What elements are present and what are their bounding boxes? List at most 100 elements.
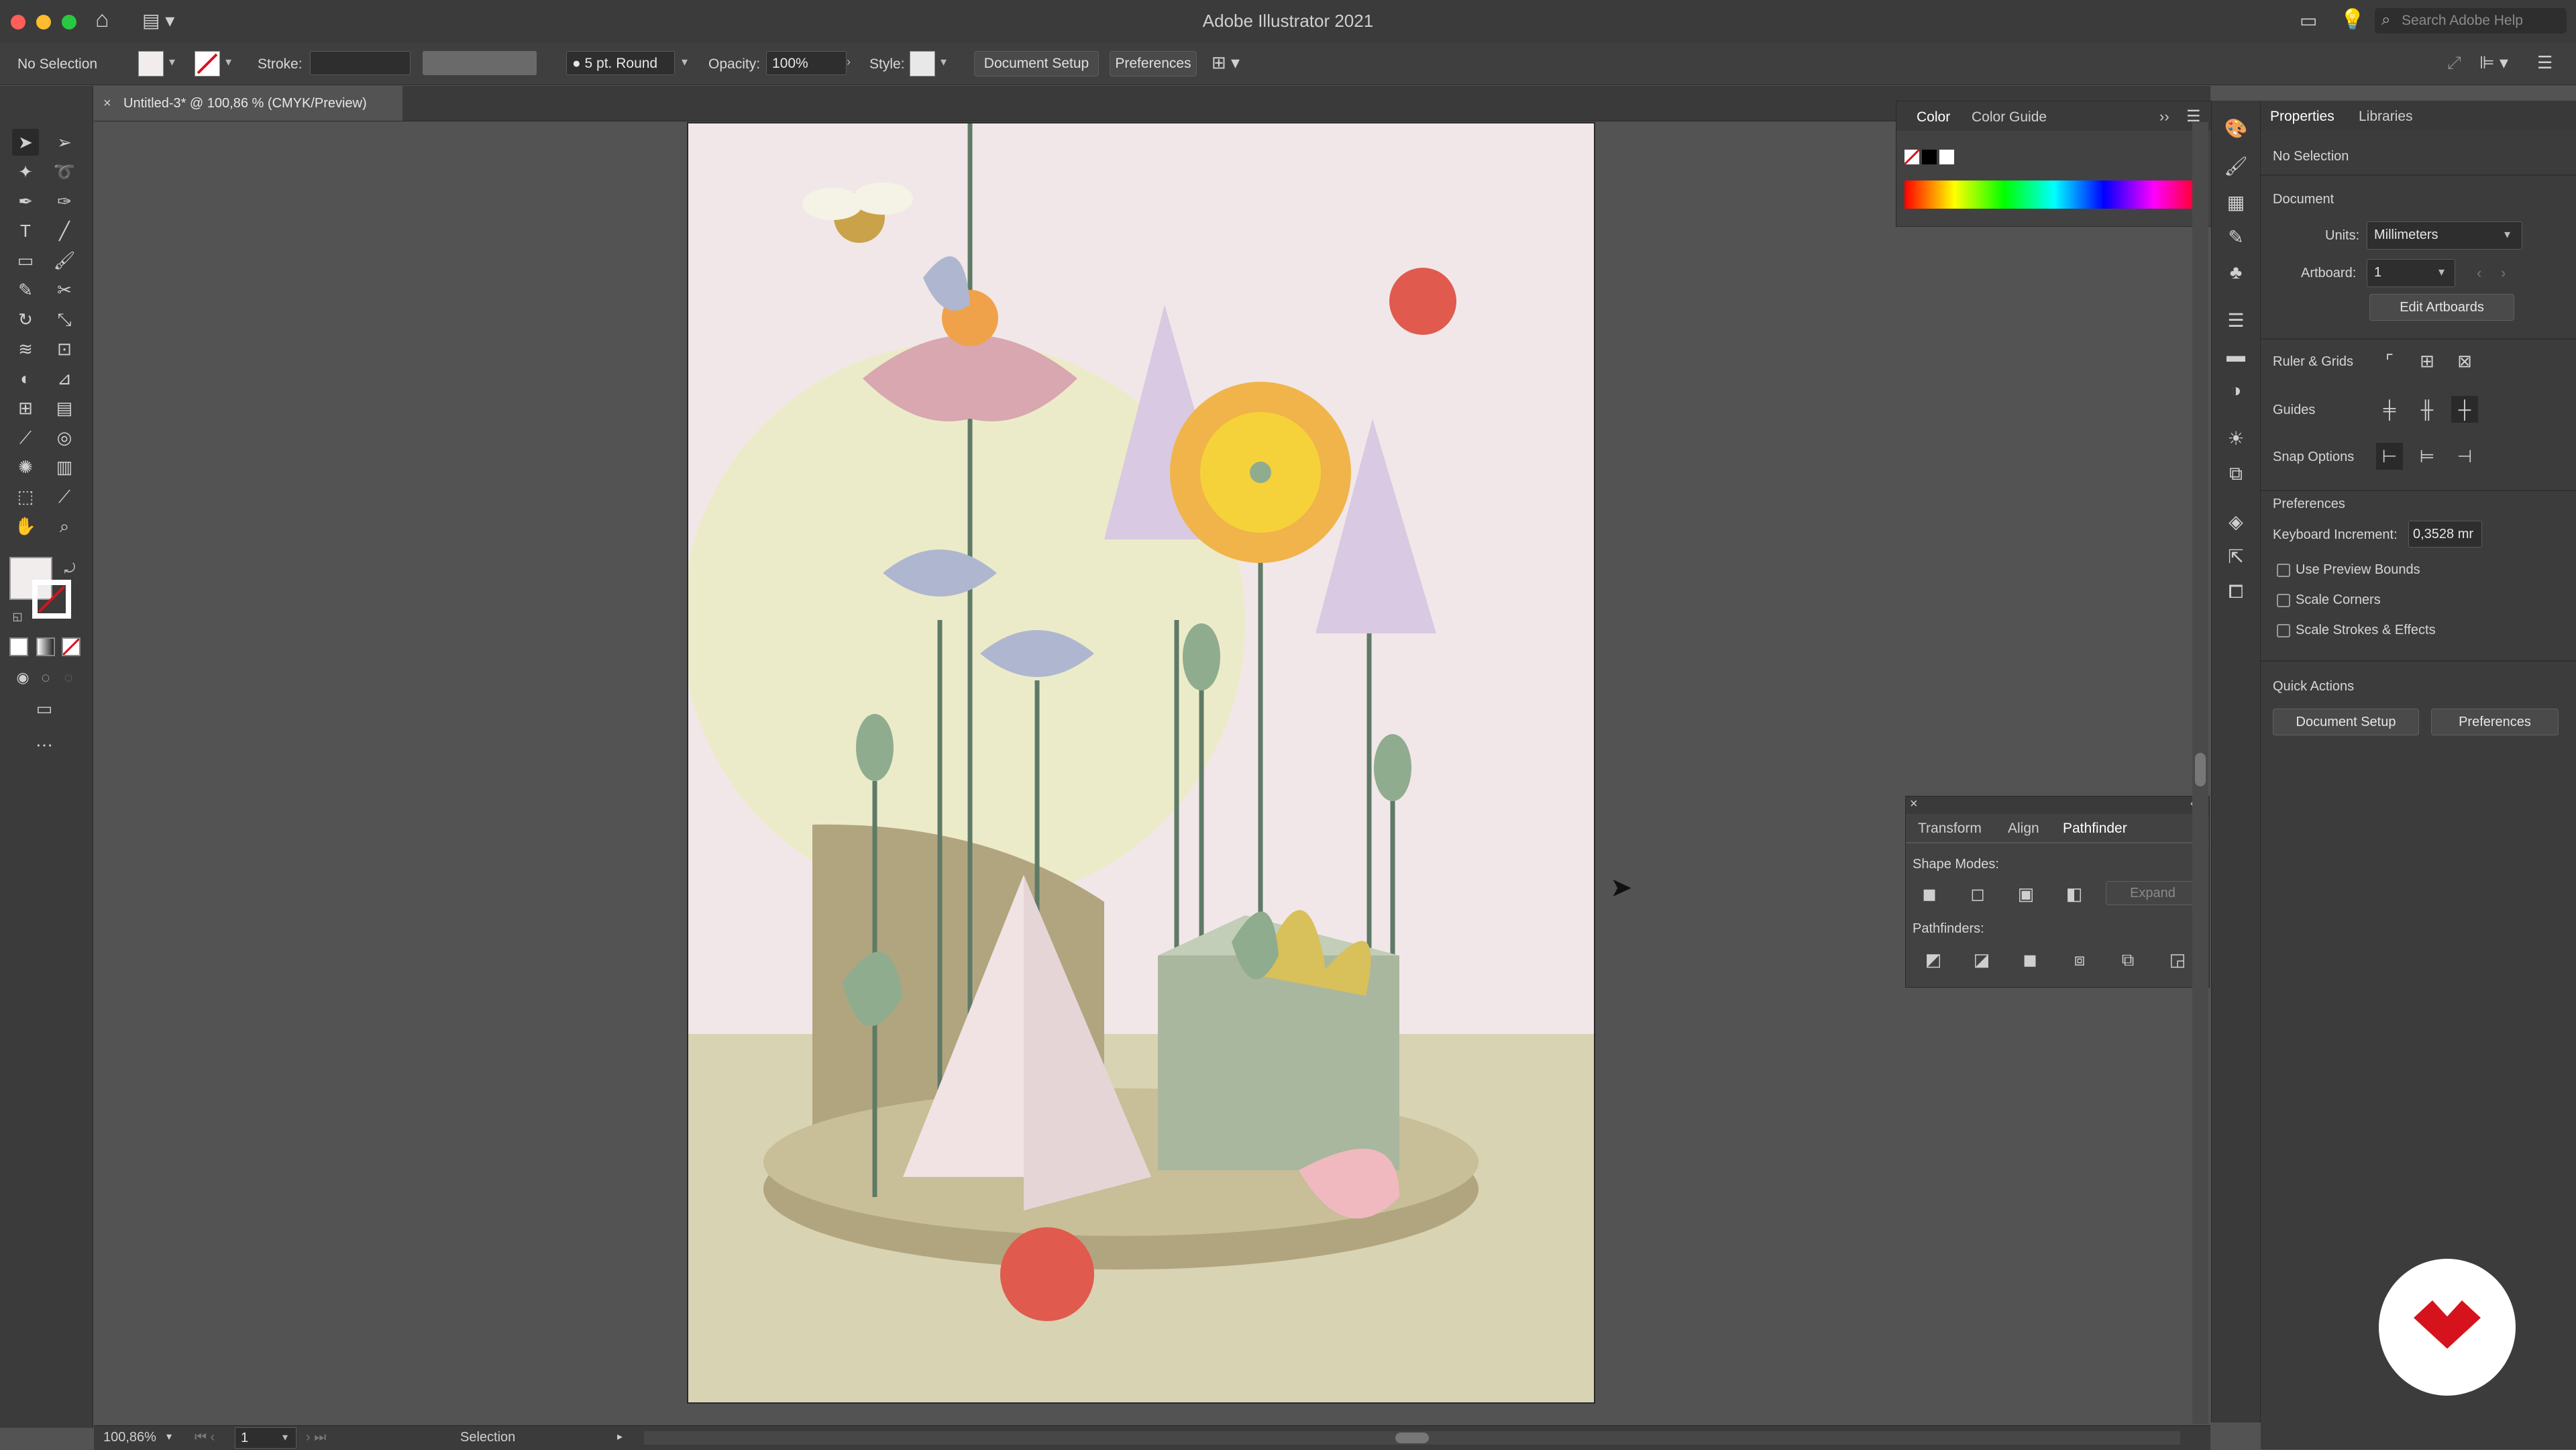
unite-icon[interactable]: ◼ bbox=[1918, 882, 1941, 905]
opacity-field[interactable]: 100% bbox=[766, 51, 847, 75]
chevron-down-icon[interactable]: ▾ bbox=[166, 1430, 172, 1443]
zoom-tool-icon[interactable]: ⌕ bbox=[51, 513, 78, 539]
swatches-panel-icon[interactable]: ▦ bbox=[2224, 191, 2248, 215]
tab-color[interactable]: Color bbox=[1917, 109, 1950, 125]
previous-artboard-icon[interactable]: ‹ bbox=[2477, 264, 2481, 282]
slice-tool-icon[interactable]: ⟋ bbox=[51, 483, 78, 510]
none-mode-button[interactable] bbox=[62, 637, 80, 656]
brush-definition-field[interactable]: ● 5 pt. Round bbox=[566, 51, 675, 75]
outline-icon[interactable]: ⧉ bbox=[2116, 948, 2139, 971]
direct-selection-tool-icon[interactable]: ➢ bbox=[51, 129, 78, 156]
quick-preferences-button[interactable]: Preferences bbox=[2431, 709, 2559, 735]
brush-panel-icon[interactable]: 🖌 bbox=[2224, 154, 2248, 178]
color-spectrum[interactable] bbox=[1904, 180, 2204, 209]
paintbrush-tool-icon[interactable]: 🖌 bbox=[51, 247, 78, 274]
trim-icon[interactable]: ◪ bbox=[1970, 948, 1993, 971]
pen-tool-icon[interactable]: ✒ bbox=[12, 188, 39, 215]
stroke-weight-field[interactable] bbox=[310, 51, 411, 75]
stroke-color-box[interactable] bbox=[32, 580, 71, 619]
edit-artboards-button[interactable]: Edit Artboards bbox=[2369, 294, 2514, 321]
rotate-tool-icon[interactable]: ↻ bbox=[12, 306, 39, 333]
scale-corners-checkbox[interactable] bbox=[2277, 594, 2290, 607]
snap-to-pixel-icon[interactable]: ⊣ bbox=[2451, 443, 2478, 470]
width-tool-icon[interactable]: ≋ bbox=[12, 335, 39, 362]
use-preview-bounds-checkbox[interactable] bbox=[2277, 564, 2290, 577]
color-mode-button[interactable] bbox=[9, 637, 28, 656]
horizontal-scroll-thumb[interactable] bbox=[1395, 1433, 1429, 1443]
chevron-down-icon[interactable]: ▾ bbox=[941, 55, 947, 69]
collapse-panels-icon[interactable]: ›› bbox=[2159, 108, 2169, 125]
vertical-scrollbar[interactable] bbox=[2192, 122, 2208, 1424]
scale-tool-icon[interactable]: ⤡ bbox=[51, 306, 78, 333]
appearance-panel-icon[interactable]: ☀ bbox=[2224, 427, 2248, 451]
horizontal-scrollbar[interactable] bbox=[644, 1431, 2180, 1445]
snap-to-point-icon[interactable]: ⊢ bbox=[2376, 443, 2403, 470]
control-bar-menu-icon[interactable]: ☰ bbox=[2537, 52, 2553, 73]
perspective-grid-tool-icon[interactable]: ⊿ bbox=[51, 365, 78, 392]
shape-builder-tool-icon[interactable]: ◐ bbox=[12, 365, 39, 392]
graphic-styles-panel-icon[interactable]: ⧉ bbox=[2224, 462, 2248, 486]
smart-guides-icon[interactable]: ┼ bbox=[2451, 396, 2478, 423]
none-swatch[interactable] bbox=[1904, 150, 1919, 164]
last-artboard-icon[interactable]: › ⏭ bbox=[306, 1430, 326, 1445]
edit-toolbar-icon[interactable]: ⋯ bbox=[31, 731, 58, 758]
magic-wand-tool-icon[interactable]: ✦ bbox=[12, 158, 39, 185]
color-panel-icon[interactable]: 🎨 bbox=[2224, 117, 2248, 141]
default-fill-stroke-icon[interactable]: ◱ bbox=[4, 604, 31, 631]
next-artboard-icon[interactable]: › bbox=[2501, 264, 2506, 282]
variable-width-profile[interactable] bbox=[423, 51, 537, 75]
selection-tool-icon[interactable]: ➤ bbox=[12, 129, 39, 156]
symbols-panel-icon[interactable]: ♣ bbox=[2224, 260, 2248, 284]
blend-tool-icon[interactable]: ◎ bbox=[51, 424, 78, 451]
rectangle-tool-icon[interactable]: ▭ bbox=[12, 247, 39, 274]
lasso-tool-icon[interactable]: ➰ bbox=[51, 158, 78, 185]
curvature-tool-icon[interactable]: ✑ bbox=[51, 188, 78, 215]
document-tab[interactable]: × Untitled-3* @ 100,86 % (CMYK/Preview) bbox=[94, 86, 402, 121]
artboards-panel-icon[interactable]: ⧠ bbox=[2224, 580, 2248, 604]
artboard-tool-icon[interactable]: ⬚ bbox=[12, 483, 39, 510]
zoom-level[interactable]: 100,86% bbox=[103, 1430, 156, 1445]
gradient-tool-icon[interactable]: ▤ bbox=[51, 395, 78, 421]
status-menu-icon[interactable]: ▸ bbox=[617, 1430, 623, 1443]
keyboard-increment-field[interactable]: 0,3528 mr bbox=[2408, 521, 2482, 548]
draw-inside-icon[interactable]: ◌ bbox=[55, 664, 82, 691]
gradient-mode-button[interactable] bbox=[36, 637, 55, 656]
snap-to-grid-icon[interactable]: ⊨ bbox=[2414, 443, 2440, 470]
quick-document-setup-button[interactable]: Document Setup bbox=[2273, 709, 2419, 735]
black-swatch[interactable] bbox=[1922, 150, 1937, 164]
fill-swatch[interactable] bbox=[138, 51, 164, 76]
intersect-icon[interactable]: ▣ bbox=[2015, 882, 2037, 905]
align-options-icon[interactable]: ⊞ ▾ bbox=[1212, 52, 1240, 73]
minus-back-icon[interactable]: ◲ bbox=[2166, 948, 2189, 971]
mesh-tool-icon[interactable]: ⊞ bbox=[12, 395, 39, 421]
first-artboard-icon[interactable]: ⏮ ‹ bbox=[195, 1430, 215, 1445]
lock-guides-icon[interactable]: ╫ bbox=[2414, 396, 2440, 423]
chevron-down-icon[interactable]: ▾ bbox=[682, 55, 688, 69]
brushes-panel-icon[interactable]: ✎ bbox=[2224, 225, 2248, 250]
gradient-panel-icon[interactable]: ▬ bbox=[2224, 344, 2248, 368]
units-select[interactable]: Millimeters ▾ bbox=[2367, 221, 2522, 250]
tab-color-guide[interactable]: Color Guide bbox=[1972, 109, 2047, 125]
layers-panel-icon[interactable]: ◈ bbox=[2224, 510, 2248, 534]
lightbulb-icon[interactable]: 💡 bbox=[2340, 8, 2365, 32]
chevron-down-icon[interactable]: ▾ bbox=[225, 55, 231, 69]
vertical-scroll-thumb[interactable] bbox=[2195, 753, 2206, 786]
crop-icon[interactable]: ⧈ bbox=[2068, 948, 2091, 971]
search-box[interactable]: ⌕ Search Adobe Help bbox=[2375, 8, 2567, 34]
transparency-grid-icon[interactable]: ⊠ bbox=[2451, 348, 2478, 374]
style-swatch[interactable] bbox=[910, 51, 935, 76]
merge-icon[interactable]: ◼ bbox=[2019, 948, 2041, 971]
artboard-navigator[interactable]: 1 ▾ bbox=[235, 1427, 297, 1449]
graph-tool-icon[interactable]: ▥ bbox=[51, 454, 78, 480]
close-tab-icon[interactable]: × bbox=[103, 86, 111, 121]
tab-pathfinder[interactable]: Pathfinder bbox=[2063, 821, 2127, 837]
tab-align[interactable]: Align bbox=[2008, 821, 2039, 837]
type-tool-icon[interactable]: T bbox=[12, 217, 39, 244]
pencil-tool-icon[interactable]: ✎ bbox=[12, 276, 39, 303]
chevron-down-icon[interactable]: ▾ bbox=[169, 55, 175, 69]
show-guides-icon[interactable]: ╪ bbox=[2376, 396, 2403, 423]
grid-icon[interactable]: ⊞ bbox=[2414, 348, 2440, 374]
tab-libraries[interactable]: Libraries bbox=[2359, 109, 2413, 125]
stroke-panel-icon[interactable]: ☰ bbox=[2224, 309, 2248, 333]
close-panel-icon[interactable]: × bbox=[1910, 796, 1918, 812]
